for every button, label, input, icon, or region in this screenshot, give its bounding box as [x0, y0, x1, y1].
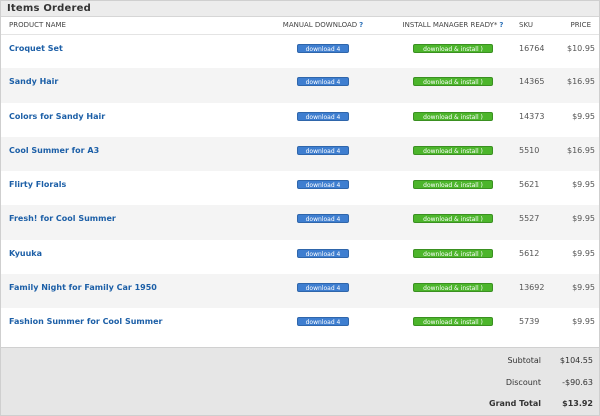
product-link[interactable]: Family Night for Family Car 1950 [9, 283, 157, 292]
download-button[interactable]: download 4 [297, 180, 349, 190]
manual-download-help-icon[interactable]: ? [359, 21, 363, 29]
product-link[interactable]: Fashion Summer for Cool Summer [9, 317, 162, 326]
col-sku: SKU [511, 17, 553, 35]
download-button[interactable]: download 4 [297, 145, 349, 155]
download-button[interactable]: download 4 [297, 43, 349, 53]
items-ordered-panel: Items Ordered PRODUCT NAME MANUAL DOWNLO… [0, 0, 600, 416]
table-row: Kyuuka download 4 download & install ) 5… [1, 240, 599, 274]
product-link[interactable]: Fresh! for Cool Summer [9, 214, 116, 223]
sku-cell: 5739 [519, 317, 540, 327]
product-link[interactable]: Kyuuka [9, 249, 42, 258]
col-install-manager: INSTALL MANAGER READY*? [391, 17, 511, 35]
grand-total-label: Grand Total [489, 399, 541, 408]
product-link[interactable]: Colors for Sandy Hair [9, 112, 105, 121]
download-install-button[interactable]: download & install ) [413, 145, 493, 155]
sku-cell: 14373 [519, 111, 545, 121]
product-link[interactable]: Sandy Hair [9, 77, 58, 86]
table-row: Sandy Hair download 4 download & install… [1, 68, 599, 103]
price-cell: $9.95 [572, 248, 595, 258]
download-button[interactable]: download 4 [297, 317, 349, 327]
sku-cell: 5612 [519, 248, 540, 258]
discount-label: Discount [505, 378, 541, 387]
product-link[interactable]: Cool Summer for A3 [9, 146, 99, 155]
price-cell: $16.95 [553, 68, 599, 103]
table-row: Flirty Florals download 4 download & ins… [1, 171, 599, 205]
discount-row: Discount -$90.63 [1, 372, 599, 394]
download-install-button[interactable]: download & install ) [413, 111, 493, 121]
download-install-button[interactable]: download & install ) [413, 43, 493, 53]
table-header-row: PRODUCT NAME MANUAL DOWNLOAD? INSTALL MA… [1, 17, 599, 35]
price-cell: $9.95 [572, 180, 595, 190]
product-link[interactable]: Flirty Florals [9, 180, 66, 189]
subtotal-label: Subtotal [507, 356, 541, 365]
table-row: Cool Summer for A3 download 4 download &… [1, 136, 599, 172]
subtotal-value: $104.55 [559, 356, 593, 365]
col-product-name: PRODUCT NAME [1, 17, 251, 35]
sku-cell: 14365 [511, 68, 553, 103]
price-cell: $9.95 [572, 317, 595, 327]
col-manual-download: MANUAL DOWNLOAD? [251, 17, 391, 35]
price-cell: $9.95 [572, 111, 595, 121]
table-row: Croquet Set download 4 download & instal… [1, 34, 599, 68]
download-button[interactable]: download 4 [297, 248, 349, 258]
table-row: Colors for Sandy Hair download 4 downloa… [1, 103, 599, 137]
price-cell: $9.95 [553, 205, 599, 240]
download-button[interactable]: download 4 [297, 77, 349, 87]
download-button[interactable]: download 4 [297, 214, 349, 224]
discount-value: -$90.63 [562, 378, 593, 387]
section-title: Items Ordered [7, 3, 91, 14]
grand-total-value: $13.92 [562, 399, 593, 408]
product-link[interactable]: Croquet Set [9, 44, 63, 53]
download-install-button[interactable]: download & install ) [413, 283, 493, 293]
download-button[interactable]: download 4 [297, 111, 349, 121]
col-price: PRICE [553, 17, 599, 35]
download-install-button[interactable]: download & install ) [413, 317, 493, 327]
price-cell: $9.95 [553, 274, 599, 309]
sku-cell: 5510 [511, 136, 553, 172]
price-cell: $16.95 [553, 136, 599, 172]
order-totals: Subtotal $104.55 Discount -$90.63 Grand … [1, 347, 599, 415]
sku-cell: 5527 [511, 205, 553, 240]
sku-cell: 16764 [519, 43, 545, 53]
items-table: PRODUCT NAME MANUAL DOWNLOAD? INSTALL MA… [1, 17, 599, 343]
download-install-button[interactable]: download & install ) [413, 77, 493, 87]
sku-cell: 13692 [511, 274, 553, 309]
subtotal-row: Subtotal $104.55 [1, 350, 599, 372]
download-install-button[interactable]: download & install ) [413, 180, 493, 190]
table-row: Family Night for Family Car 1950 downloa… [1, 274, 599, 309]
download-install-button[interactable]: download & install ) [413, 214, 493, 224]
price-cell: $10.95 [567, 43, 595, 53]
download-button[interactable]: download 4 [297, 283, 349, 293]
table-row: Fashion Summer for Cool Summer download … [1, 308, 599, 342]
sku-cell: 5621 [519, 180, 540, 190]
table-row: Fresh! for Cool Summer download 4 downlo… [1, 205, 599, 240]
download-install-button[interactable]: download & install ) [413, 248, 493, 258]
install-manager-help-icon[interactable]: ? [499, 21, 503, 29]
section-header: Items Ordered [1, 1, 599, 17]
grand-total-row: Grand Total $13.92 [1, 393, 599, 415]
